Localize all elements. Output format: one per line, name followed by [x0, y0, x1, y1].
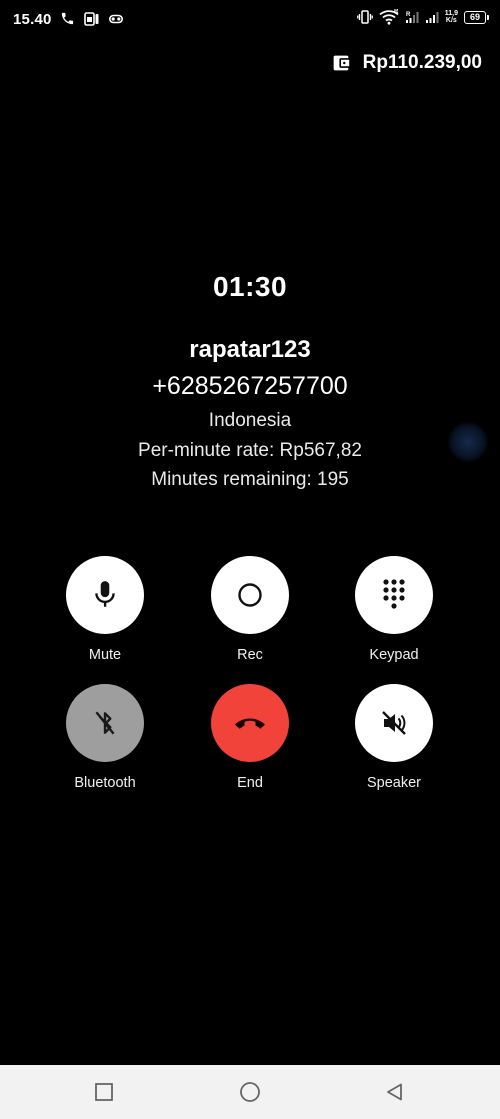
navigation-bar	[0, 1065, 500, 1119]
caller-name: rapatar123	[189, 336, 311, 363]
mute-label: Mute	[88, 647, 122, 663]
end-call-icon	[235, 718, 265, 729]
speaker-label: Speaker	[366, 775, 421, 791]
end-call-circle[interactable]	[211, 684, 289, 762]
speaker-off-icon	[382, 711, 406, 735]
net-speed-unit: K/s	[445, 17, 457, 24]
record-icon	[238, 583, 262, 607]
balance-amount: Rp110.239,00	[362, 52, 482, 73]
call-timer: 01:30	[212, 271, 288, 302]
signal-icon: R	[405, 12, 419, 23]
speaker-button[interactable]: Speaker	[339, 684, 449, 791]
wifi-icon: R	[379, 9, 399, 25]
battery-icon: 69	[464, 10, 489, 24]
back-icon	[387, 1083, 402, 1101]
status-time: 15.40	[13, 11, 52, 28]
net-speed-value: 11,9	[444, 10, 458, 17]
status-bar: 15.40 R R 11,9 K/s 69	[0, 0, 500, 40]
microphone-icon	[95, 581, 115, 607]
home-icon	[240, 1082, 260, 1102]
recents-icon	[95, 1083, 113, 1101]
keypad-button[interactable]: Keypad	[339, 556, 449, 663]
status-right-icons: R R 11,9 K/s 69	[356, 9, 489, 25]
balance: Rp110.239,00	[331, 52, 482, 74]
net-speed: 11,9 K/s	[445, 10, 458, 24]
record-label: Rec	[237, 647, 263, 663]
minutes-remaining: Minutes remaining: 195	[151, 469, 349, 490]
floating-bubble[interactable]	[448, 422, 488, 462]
phone-number: +6285267257700	[152, 372, 348, 400]
end-call-label: End	[237, 775, 263, 791]
bluetooth-label: Bluetooth	[74, 775, 136, 791]
wallet-icon	[333, 55, 349, 71]
keypad-circle[interactable]	[355, 556, 433, 634]
record-button[interactable]: Rec	[195, 556, 305, 663]
keypad-label: Keypad	[369, 647, 419, 663]
signal-icon	[425, 12, 439, 23]
bluetooth-button[interactable]: Bluetooth	[50, 684, 160, 791]
recents-button[interactable]	[92, 1080, 116, 1104]
svg-text:R: R	[406, 12, 411, 18]
mute-circle[interactable]	[66, 556, 144, 634]
bluetooth-disabled-icon	[95, 711, 115, 735]
status-left-icons	[60, 11, 123, 26]
vibrate-icon	[356, 10, 373, 24]
phone-icon	[61, 12, 74, 25]
bluetooth-circle[interactable]	[66, 684, 144, 762]
headset-icon	[109, 14, 123, 23]
sim-icon	[84, 11, 99, 26]
end-call-button[interactable]: End	[195, 684, 305, 791]
dialpad-icon	[383, 579, 405, 609]
per-minute-rate: Per-minute rate: Rp567,82	[138, 440, 362, 461]
mute-button[interactable]: Mute	[50, 556, 160, 663]
home-button[interactable]	[238, 1080, 262, 1104]
record-circle[interactable]	[211, 556, 289, 634]
speaker-circle[interactable]	[355, 684, 433, 762]
back-button[interactable]	[383, 1080, 407, 1104]
battery-level: 69	[469, 12, 480, 22]
country: Indonesia	[208, 410, 292, 431]
svg-text:R: R	[394, 9, 399, 15]
